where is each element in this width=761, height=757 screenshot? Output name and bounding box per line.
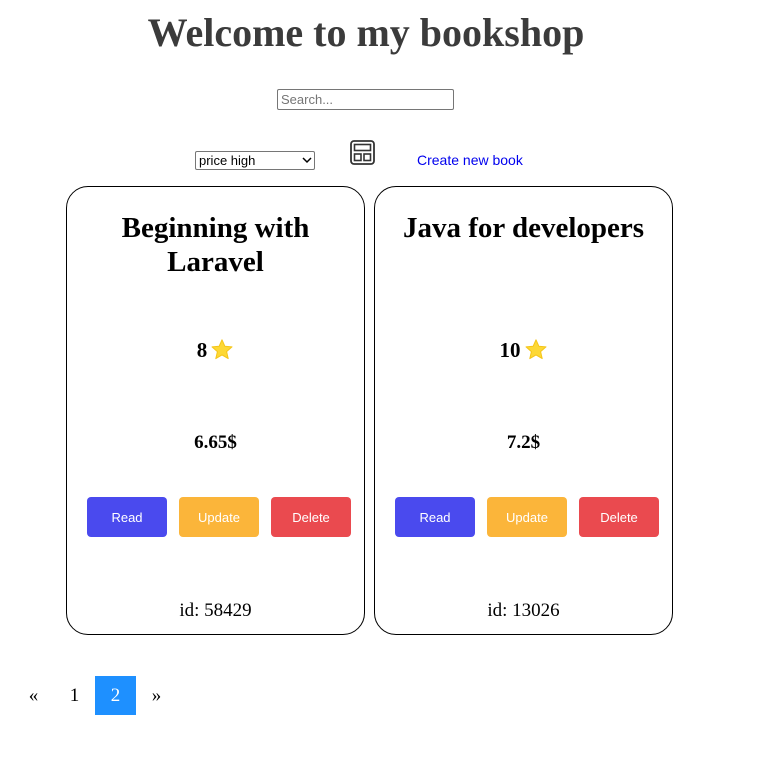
book-card: Beginning with Laravel 8 6.65$ Read Upda… xyxy=(66,186,365,635)
bookshop-page: Welcome to my bookshop price high Create… xyxy=(0,0,761,757)
create-new-book-link[interactable]: Create new book xyxy=(417,151,523,169)
update-button[interactable]: Update xyxy=(487,497,567,537)
book-id: id: 58429 xyxy=(179,600,252,621)
delete-button[interactable]: Delete xyxy=(271,497,351,537)
read-button[interactable]: Read xyxy=(87,497,167,537)
layout-grid-icon[interactable] xyxy=(350,140,375,165)
book-actions: Read Update Delete xyxy=(87,497,351,537)
read-button[interactable]: Read xyxy=(395,497,475,537)
delete-button[interactable]: Delete xyxy=(579,497,659,537)
update-button[interactable]: Update xyxy=(179,497,259,537)
book-rating: 10 xyxy=(375,338,672,362)
star-icon xyxy=(210,338,234,362)
pagination: « 1 2 » xyxy=(13,676,177,715)
rating-value: 8 xyxy=(196,338,208,362)
book-card: Java for developers 10 7.2$ Read Update … xyxy=(374,186,673,635)
pagination-page-1[interactable]: 1 xyxy=(54,676,95,715)
book-title: Beginning with Laravel xyxy=(121,212,310,278)
chevron-down-icon xyxy=(300,154,314,168)
pagination-page-2[interactable]: 2 xyxy=(95,676,136,715)
sort-select[interactable]: price high xyxy=(195,151,315,170)
rating-value: 10 xyxy=(499,338,521,362)
page-title: Welcome to my bookshop xyxy=(147,10,585,55)
book-title: Java for developers xyxy=(402,212,645,244)
book-price: 7.2$ xyxy=(506,432,541,453)
pagination-prev[interactable]: « xyxy=(13,676,54,715)
book-rating: 8 xyxy=(67,338,364,362)
book-price: 6.65$ xyxy=(194,432,237,453)
star-icon xyxy=(524,338,548,362)
book-id: id: 13026 xyxy=(487,600,560,621)
search-input[interactable] xyxy=(277,89,454,110)
sort-select-value: price high xyxy=(199,153,256,168)
book-actions: Read Update Delete xyxy=(395,497,659,537)
pagination-next[interactable]: » xyxy=(136,676,177,715)
